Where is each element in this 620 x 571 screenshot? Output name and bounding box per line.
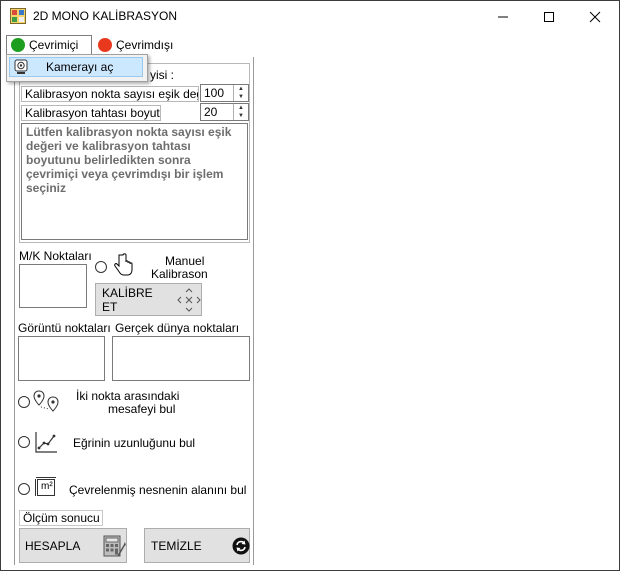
online-status-icon bbox=[11, 38, 25, 52]
world-points-label: Gerçek dünya noktaları bbox=[115, 321, 240, 335]
board-size-spinner[interactable]: 20 ▲ ▼ bbox=[200, 103, 249, 121]
minimize-button[interactable] bbox=[480, 1, 526, 32]
manual-label-line1: Manuel bbox=[165, 254, 205, 268]
threshold-label: Kalibrasyon nokta sayısı eşik değeri : bbox=[21, 86, 199, 102]
threshold-value: 100 bbox=[204, 86, 225, 100]
spinner-up-icon[interactable]: ▲ bbox=[234, 85, 248, 93]
calculate-button[interactable]: HESAPLA bbox=[19, 528, 127, 563]
area-radio[interactable] bbox=[18, 483, 30, 495]
online-dropdown-menu: Kamerayı aç bbox=[6, 54, 148, 82]
mk-points-label: M/K Noktaları bbox=[19, 249, 92, 263]
distance-label-line2: mesafeyi bul bbox=[108, 402, 176, 416]
menu-offline-label: Çevrimdışı bbox=[116, 38, 174, 52]
threshold-spinner-buttons: ▲ ▼ bbox=[233, 85, 248, 101]
hand-cursor-icon bbox=[112, 253, 134, 280]
image-points-label: Görüntü noktaları bbox=[18, 321, 111, 335]
calculator-icon bbox=[102, 534, 127, 558]
calculate-button-label: HESAPLA bbox=[25, 538, 81, 553]
offline-status-icon bbox=[98, 38, 112, 52]
clear-button[interactable]: TEMİZLE bbox=[144, 528, 250, 563]
two-points-icon bbox=[33, 390, 59, 415]
board-size-spinner-buttons: ▲ ▼ bbox=[233, 104, 248, 120]
manual-calibration-radio[interactable] bbox=[95, 261, 107, 273]
close-button[interactable] bbox=[572, 1, 618, 32]
area-icon-text: m² bbox=[41, 481, 53, 492]
minimize-icon bbox=[498, 16, 508, 17]
spinner-up-icon[interactable]: ▲ bbox=[234, 104, 248, 112]
mk-points-box[interactable] bbox=[19, 264, 87, 308]
app-icon bbox=[10, 8, 26, 24]
webcam-icon bbox=[14, 59, 28, 75]
area-square-meter-icon: m² bbox=[35, 476, 57, 498]
menu-online[interactable]: Çevrimiçi bbox=[6, 35, 92, 55]
refresh-icon bbox=[232, 537, 250, 555]
curve-label: Eğrinin uzunluğunu bul bbox=[73, 436, 196, 450]
move-arrows-icon bbox=[177, 287, 201, 312]
curve-radio[interactable] bbox=[18, 436, 30, 448]
info-textbox[interactable]: Lütfen kalibrasyon nokta sayısı eşik değ… bbox=[21, 123, 248, 240]
maximize-icon bbox=[544, 11, 554, 22]
menu-online-label: Çevrimiçi bbox=[29, 38, 79, 52]
calibrate-button[interactable]: KALİBRE ET bbox=[95, 283, 202, 316]
open-camera-label: Kamerayı aç bbox=[46, 60, 114, 74]
open-camera-menu-item[interactable]: Kamerayı aç bbox=[9, 57, 143, 77]
manual-label-line2: Kalibrason bbox=[151, 267, 208, 281]
maximize-button[interactable] bbox=[526, 1, 572, 32]
result-label: Ölçüm sonucu : bbox=[19, 510, 103, 526]
close-icon bbox=[589, 11, 601, 22]
area-label: Çevrelenmiş nesnenin alanını bul bbox=[69, 483, 247, 497]
window-title: 2D MONO KALİBRASYON bbox=[33, 9, 178, 23]
distance-label-line1: İki nokta arasındaki bbox=[76, 389, 180, 403]
clear-button-label: TEMİZLE bbox=[151, 538, 202, 553]
menu-offline[interactable]: Çevrimdışı bbox=[94, 35, 184, 55]
curve-chart-icon bbox=[34, 431, 58, 456]
spinner-down-icon[interactable]: ▼ bbox=[234, 112, 248, 120]
board-size-label: Kalibrasyon tahtası boyutu : bbox=[21, 105, 161, 121]
point-count-label: yisi : bbox=[150, 68, 174, 82]
spinner-down-icon[interactable]: ▼ bbox=[234, 93, 248, 101]
calibrate-button-label: KALİBRE ET bbox=[102, 285, 153, 314]
distance-radio[interactable] bbox=[18, 396, 30, 408]
image-points-box[interactable] bbox=[18, 336, 105, 381]
world-points-box[interactable] bbox=[112, 336, 250, 381]
threshold-spinner[interactable]: 100 ▲ ▼ bbox=[200, 84, 249, 102]
board-size-value: 20 bbox=[204, 105, 218, 119]
